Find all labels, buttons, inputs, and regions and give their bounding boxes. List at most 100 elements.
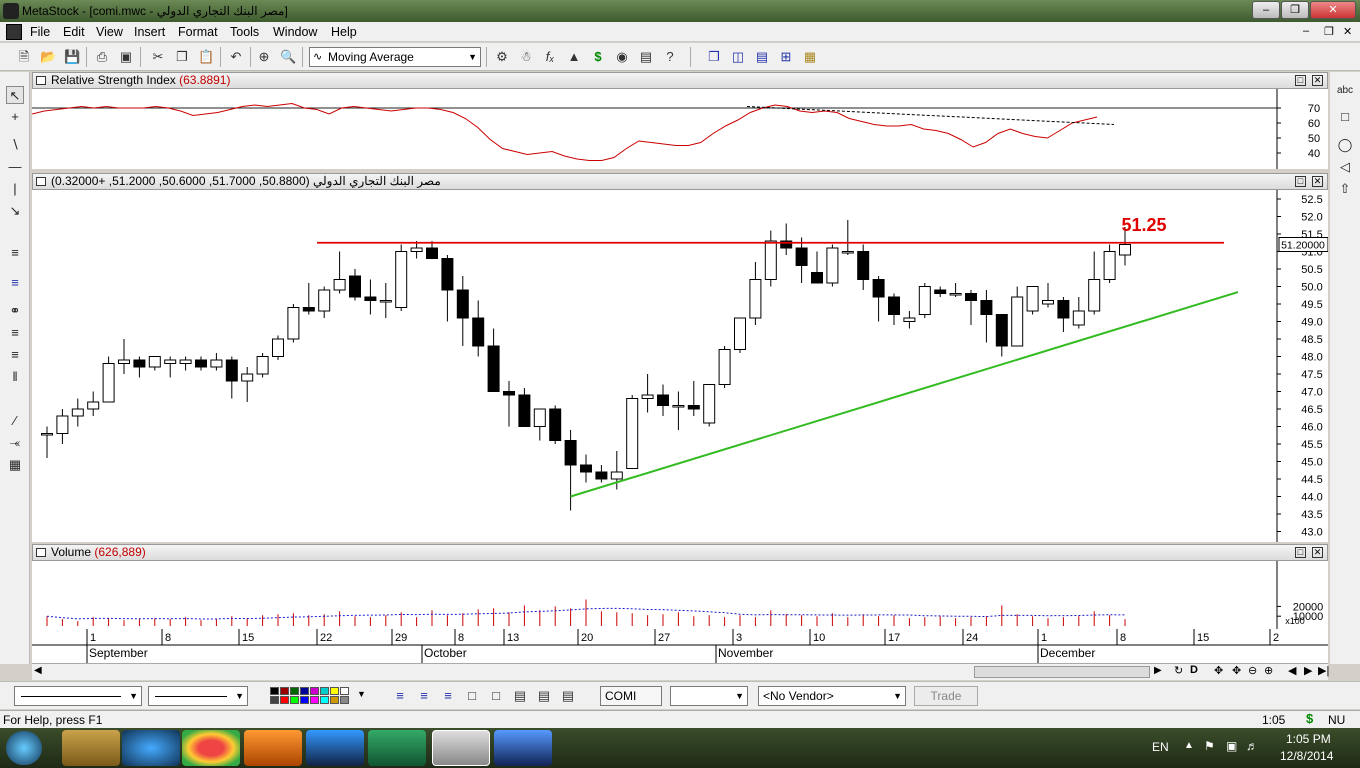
paste-icon[interactable]: 📋 bbox=[198, 49, 214, 65]
menu-tools[interactable]: Tools bbox=[230, 25, 259, 39]
color-swatch[interactable] bbox=[340, 696, 349, 704]
green-app-taskbar-icon[interactable] bbox=[368, 730, 426, 766]
first-page-icon[interactable]: ◀ bbox=[1288, 664, 1296, 677]
align-center-icon[interactable]: ≡ bbox=[416, 688, 432, 704]
align-left-icon[interactable]: ≡ bbox=[392, 688, 408, 704]
new-icon[interactable]: 🗎 bbox=[16, 49, 32, 65]
vertical-line-icon[interactable]: | bbox=[6, 180, 24, 198]
color-swatch[interactable] bbox=[300, 696, 309, 704]
system-tester-icon[interactable]: ▲ bbox=[566, 49, 582, 65]
trade-button[interactable]: Trade bbox=[914, 686, 978, 706]
panel-maximize-icon[interactable]: □ bbox=[1295, 75, 1306, 86]
save-icon[interactable]: 💾 bbox=[64, 49, 80, 65]
zoom-icon[interactable]: 🔍 bbox=[280, 49, 296, 65]
menu-edit[interactable]: Edit bbox=[63, 25, 85, 39]
mdi-close-icon[interactable]: ✕ bbox=[1343, 25, 1352, 38]
move-all-icon[interactable]: ✥ bbox=[1232, 664, 1241, 677]
color-swatch[interactable] bbox=[290, 687, 299, 695]
list-icon[interactable]: ▤ bbox=[638, 49, 654, 65]
move-icon[interactable]: ✥ bbox=[1214, 664, 1223, 677]
metastock-app-icon[interactable] bbox=[3, 3, 19, 19]
horizontal-line-icon[interactable]: — bbox=[6, 158, 24, 176]
rectangle-tool-icon[interactable]: □ bbox=[1336, 108, 1354, 126]
color-swatch[interactable] bbox=[320, 696, 329, 704]
volume-icon[interactable]: ♬ bbox=[1246, 739, 1258, 753]
copy-icon[interactable]: ❐ bbox=[174, 49, 190, 65]
document-icon[interactable] bbox=[6, 24, 22, 40]
end-icon[interactable]: ▶| bbox=[1318, 664, 1329, 677]
color-swatch[interactable] bbox=[300, 687, 309, 695]
menu-window[interactable]: Window bbox=[273, 25, 317, 39]
line-weight-select[interactable]: ▼ bbox=[148, 686, 248, 706]
panel-maximize-icon[interactable]: □ bbox=[1295, 176, 1306, 187]
file-explorer-taskbar-icon[interactable] bbox=[62, 730, 120, 766]
crosshair-icon[interactable]: ⊕ bbox=[256, 49, 272, 65]
explorer-icon[interactable]: ☃ bbox=[518, 49, 534, 65]
grid-tool-icon[interactable]: ▦ bbox=[6, 456, 24, 474]
align-right-icon[interactable]: ≡ bbox=[440, 688, 456, 704]
flag-icon[interactable]: ⚑ bbox=[1204, 739, 1215, 753]
layer-icon[interactable]: ▤ bbox=[512, 688, 528, 704]
close-button[interactable]: ✕ bbox=[1310, 1, 1356, 19]
sync-app-taskbar-icon[interactable] bbox=[306, 730, 364, 766]
network-icon[interactable]: ▣ bbox=[1226, 739, 1237, 753]
tile-vertical-icon[interactable]: ◫ bbox=[730, 49, 746, 65]
cascade-icon[interactable]: ❐ bbox=[706, 49, 722, 65]
panel-close-icon[interactable]: ✕ bbox=[1312, 176, 1323, 187]
vendor-select[interactable]: <No Vendor> ▼ bbox=[758, 686, 906, 706]
trendline-icon[interactable]: ∖ bbox=[6, 136, 24, 154]
color-swatch[interactable] bbox=[270, 696, 279, 704]
price-chart[interactable]: 52.552.051.551.050.550.049.549.048.548.0… bbox=[32, 190, 1328, 542]
print-preview-icon[interactable]: ▣ bbox=[118, 49, 134, 65]
cut-icon[interactable]: ✂ bbox=[150, 49, 166, 65]
media-player-taskbar-icon[interactable] bbox=[244, 730, 302, 766]
text-box-icon[interactable]: □ bbox=[464, 688, 480, 704]
arrange-icon[interactable]: ▦ bbox=[802, 49, 818, 65]
scroll-right-icon[interactable]: ▶ bbox=[1154, 665, 1162, 676]
chevron-down-icon[interactable]: ▼ bbox=[357, 689, 366, 699]
retracement-icon[interactable]: ≡ bbox=[6, 346, 24, 364]
text-tool-icon[interactable]: abc bbox=[1336, 82, 1354, 100]
indicator-select[interactable]: ∿ Moving Average ▼ bbox=[309, 47, 481, 67]
pointer-icon[interactable]: ↖ bbox=[6, 86, 24, 104]
word-taskbar-icon[interactable] bbox=[494, 730, 552, 766]
symbol-input[interactable]: COMI bbox=[600, 686, 662, 706]
panel-close-icon[interactable]: ✕ bbox=[1312, 547, 1323, 558]
refresh-icon[interactable]: ↻ bbox=[1174, 664, 1183, 677]
color-swatch[interactable] bbox=[270, 687, 279, 695]
fibonacci-icon[interactable]: ≡ bbox=[6, 274, 24, 292]
channel-icon[interactable]: ≡ bbox=[6, 244, 24, 262]
help-pointer-icon[interactable]: ? bbox=[662, 49, 678, 65]
open-icon[interactable]: 📂 bbox=[40, 49, 56, 65]
expert-advisor-icon[interactable]: ⚙ bbox=[494, 49, 510, 65]
menu-view[interactable]: View bbox=[96, 25, 123, 39]
buy-arrow-icon[interactable]: ⇧ bbox=[1336, 180, 1354, 198]
layer-icon-2[interactable]: ▤ bbox=[536, 688, 552, 704]
zoom-out-icon[interactable]: ⊖ bbox=[1248, 664, 1257, 677]
panel-maximize-icon[interactable]: □ bbox=[1295, 547, 1306, 558]
trendline-angle-icon[interactable]: ↘ bbox=[6, 202, 24, 220]
mdi-restore-icon[interactable]: ❐ bbox=[1324, 25, 1334, 38]
color-swatch[interactable] bbox=[290, 696, 299, 704]
color-swatch[interactable] bbox=[320, 687, 329, 695]
layer-icon-3[interactable]: ▤ bbox=[560, 688, 576, 704]
clock-time[interactable]: 1:05 PM bbox=[1286, 732, 1331, 746]
arc-icon[interactable]: ⚭ bbox=[6, 302, 24, 320]
tile-grid-icon[interactable]: ⊞ bbox=[778, 49, 794, 65]
menu-file[interactable]: File bbox=[30, 25, 50, 39]
color-swatch[interactable] bbox=[310, 696, 319, 704]
menu-insert[interactable]: Insert bbox=[134, 25, 165, 39]
color-swatch[interactable] bbox=[330, 696, 339, 704]
language-indicator[interactable]: EN bbox=[1152, 740, 1169, 754]
show-hidden-icons-icon[interactable]: ▲ bbox=[1184, 740, 1194, 751]
horizontal-scrollbar-thumb[interactable] bbox=[974, 666, 1150, 678]
panel-close-icon[interactable]: ✕ bbox=[1312, 75, 1323, 86]
ellipse-tool-icon[interactable]: ◯ bbox=[1336, 136, 1354, 154]
snap-icon[interactable]: □ bbox=[488, 688, 504, 704]
color-swatch[interactable] bbox=[330, 687, 339, 695]
minimize-button[interactable]: – bbox=[1252, 1, 1280, 19]
periodicity-select[interactable]: ▼ bbox=[670, 686, 748, 706]
internet-explorer-taskbar-icon[interactable] bbox=[122, 730, 180, 766]
crosshair-tool-icon[interactable]: + bbox=[6, 108, 24, 126]
tile-horizontal-icon[interactable]: ▤ bbox=[754, 49, 770, 65]
